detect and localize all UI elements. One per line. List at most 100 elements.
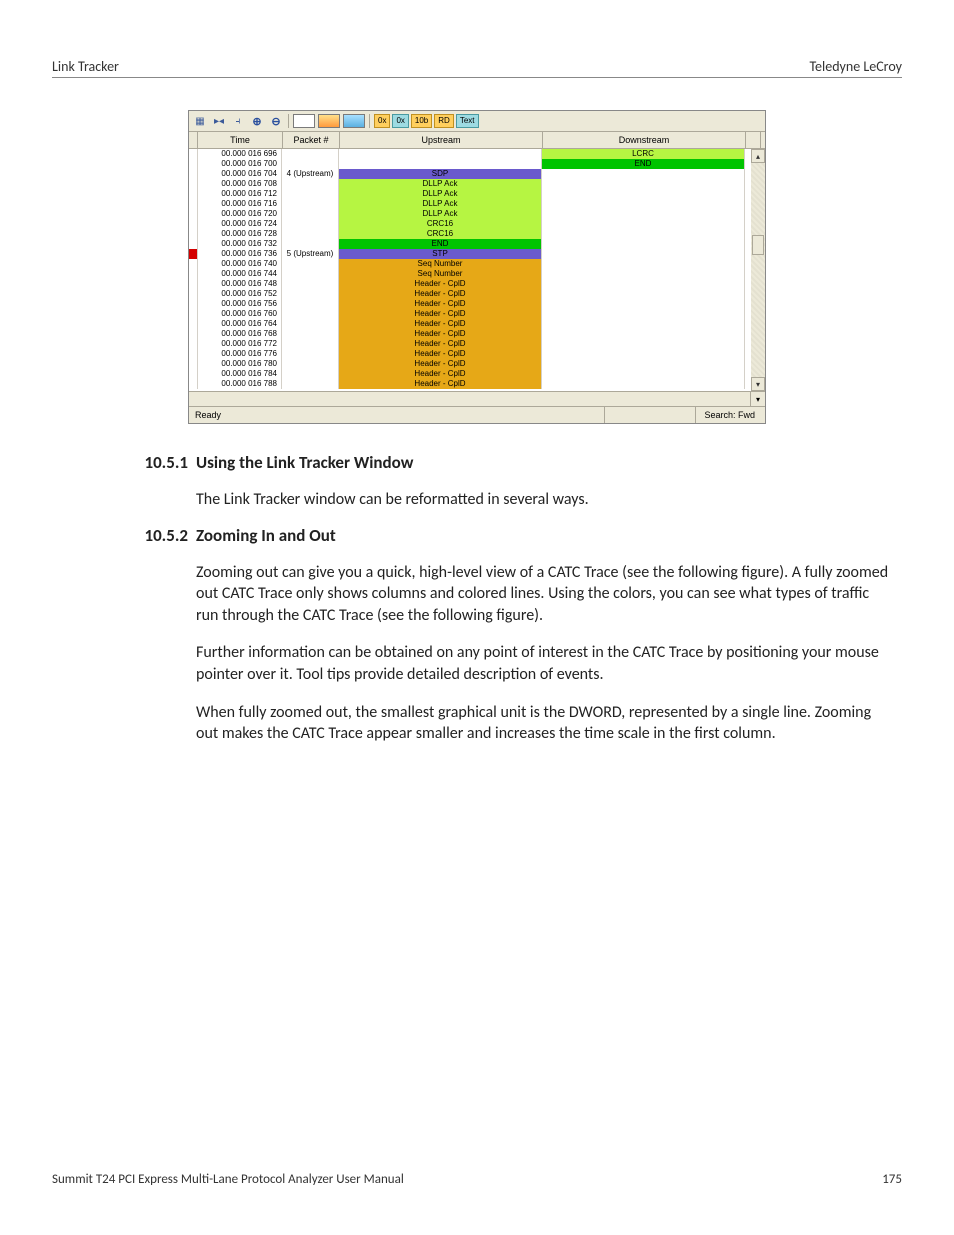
table-row[interactable]: 00.000 016 788Header - CplD (189, 379, 751, 389)
time-cell: 00.000 016 708 (198, 179, 282, 189)
table-row[interactable]: 00.000 016 700END (189, 159, 751, 169)
table-row[interactable]: 00.000 016 744Seq Number (189, 269, 751, 279)
time-cell: 00.000 016 732 (198, 239, 282, 249)
table-row[interactable]: 00.000 016 784Header - CplD (189, 369, 751, 379)
footer-left: Summit T24 PCI Express Multi-Lane Protoc… (52, 1172, 404, 1187)
view-mode-1-button[interactable] (293, 114, 315, 128)
table-row[interactable]: 00.000 016 724CRC16 (189, 219, 751, 229)
time-cell: 00.000 016 744 (198, 269, 282, 279)
row-marker (189, 209, 198, 219)
time-column-header[interactable]: Time (198, 132, 283, 148)
packet-column-header[interactable]: Packet # (283, 132, 340, 148)
table-row[interactable]: 00.000 016 740Seq Number (189, 259, 751, 269)
table-row[interactable]: 00.000 016 732 END (189, 239, 751, 249)
upstream-cell: Header - CplD (339, 299, 542, 309)
packet-cell: 5 (Upstream) (282, 249, 339, 259)
zoom-in-icon[interactable]: ⊕ (248, 113, 266, 129)
section-title: Zooming In and Out (196, 525, 336, 546)
downstream-cell (542, 369, 745, 379)
trace-rows: 00.000 016 696LCRC00.000 016 700END00.00… (189, 149, 751, 391)
scroll-up-button[interactable]: ▴ (751, 149, 765, 163)
upstream-column-header[interactable]: Upstream (340, 132, 543, 148)
hex-button-1[interactable]: 0x (374, 114, 390, 128)
table-row[interactable]: 00.000 016 712DLLP Ack (189, 189, 751, 199)
scrollbar-gutter (746, 132, 761, 148)
packet-cell (282, 229, 339, 239)
paragraph: Zooming out can give you a quick, high-l… (196, 562, 894, 627)
upstream-cell: END (339, 239, 542, 249)
marker-icon[interactable]: ▸◂ (210, 113, 228, 129)
upstream-cell: Header - CplD (339, 329, 542, 339)
row-marker (189, 239, 198, 249)
table-row[interactable]: 00.000 016 716DLLP Ack (189, 199, 751, 209)
row-marker (189, 279, 198, 289)
upstream-cell: DLLP Ack (339, 189, 542, 199)
table-row[interactable]: 00.000 016 780Header - CplD (189, 359, 751, 369)
table-row[interactable]: 00.000 016 764Header - CplD (189, 319, 751, 329)
packet-cell (282, 349, 339, 359)
table-row[interactable]: 00.000 016 760Header - CplD (189, 309, 751, 319)
time-cell: 00.000 016 756 (198, 299, 282, 309)
text-button[interactable]: Text (456, 114, 479, 128)
upstream-cell: CRC16 (339, 229, 542, 239)
packet-cell (282, 329, 339, 339)
status-search: Search: Fwd (695, 407, 765, 423)
section-number: 10.5.2 (52, 525, 196, 546)
downstream-column-header[interactable]: Downstream (543, 132, 746, 148)
status-bar: Ready Search: Fwd (189, 406, 765, 423)
table-row[interactable]: 00.000 016 752Header - CplD (189, 289, 751, 299)
downstream-cell (542, 299, 745, 309)
upstream-cell (339, 159, 542, 169)
packet-cell: 4 (Upstream) (282, 169, 339, 179)
downstream-cell (542, 189, 745, 199)
upstream-cell (339, 149, 542, 159)
paragraph: Further information can be obtained on a… (196, 642, 894, 685)
packet-cell (282, 259, 339, 269)
rd-button[interactable]: RD (434, 114, 454, 128)
table-row[interactable]: 00.000 016 7044 (Upstream)SDP (189, 169, 751, 179)
table-row[interactable]: 00.000 016 728CRC16 (189, 229, 751, 239)
hex-button-2[interactable]: 0x (392, 114, 408, 128)
upstream-cell: DLLP Ack (339, 199, 542, 209)
grid-icon[interactable]: ▦ (191, 113, 209, 129)
downstream-cell (542, 219, 745, 229)
scroll-right-button[interactable]: ▾ (750, 392, 765, 406)
section-10-5-2-heading: 10.5.2 Zooming In and Out (52, 525, 902, 546)
10b-button[interactable]: 10b (411, 114, 432, 128)
table-row[interactable]: 00.000 016 696LCRC (189, 149, 751, 159)
table-row[interactable]: 00.000 016 768 Header - CplD (189, 329, 751, 339)
row-marker (189, 359, 198, 369)
zoom-out-icon[interactable]: ⊖ (267, 113, 285, 129)
table-row[interactable]: 00.000 016 708DLLP Ack (189, 179, 751, 189)
packet-cell (282, 359, 339, 369)
packet-cell (282, 279, 339, 289)
downstream-cell (542, 309, 745, 319)
table-row[interactable]: 00.000 016 772Header - CplD (189, 339, 751, 349)
scroll-track[interactable] (751, 163, 765, 377)
page-footer: Summit T24 PCI Express Multi-Lane Protoc… (52, 1172, 902, 1187)
upstream-cell: CRC16 (339, 219, 542, 229)
downstream-cell (542, 329, 745, 339)
view-mode-2-button[interactable] (318, 114, 340, 128)
time-cell: 00.000 016 740 (198, 259, 282, 269)
columns-icon[interactable]: ⫞ (229, 113, 247, 129)
table-row[interactable]: 00.000 016 720DLLP Ack (189, 209, 751, 219)
downstream-cell: LCRC (542, 149, 745, 159)
table-row[interactable]: 00.000 016 776Header - CplD (189, 349, 751, 359)
scroll-thumb[interactable] (752, 235, 764, 255)
time-cell: 00.000 016 768 (198, 329, 282, 339)
table-row[interactable]: 00.000 016 756 Header - CplD (189, 299, 751, 309)
vertical-scrollbar[interactable]: ▴ ▾ (751, 149, 765, 391)
table-row[interactable]: 00.000 016 7365 (Upstream)STP (189, 249, 751, 259)
toolbar: ▦ ▸◂ ⫞ ⊕ ⊖ 0x 0x 10b RD Text (189, 111, 765, 132)
table-row[interactable]: 00.000 016 748Header - CplD (189, 279, 751, 289)
scroll-down-button[interactable]: ▾ (751, 377, 765, 391)
footer-right: 175 (882, 1172, 902, 1187)
horizontal-scrollbar[interactable]: ▾ (189, 391, 765, 406)
view-mode-3-button[interactable] (343, 114, 365, 128)
row-marker (189, 289, 198, 299)
packet-cell (282, 159, 339, 169)
packet-cell (282, 319, 339, 329)
time-cell: 00.000 016 784 (198, 369, 282, 379)
downstream-cell (542, 169, 745, 179)
